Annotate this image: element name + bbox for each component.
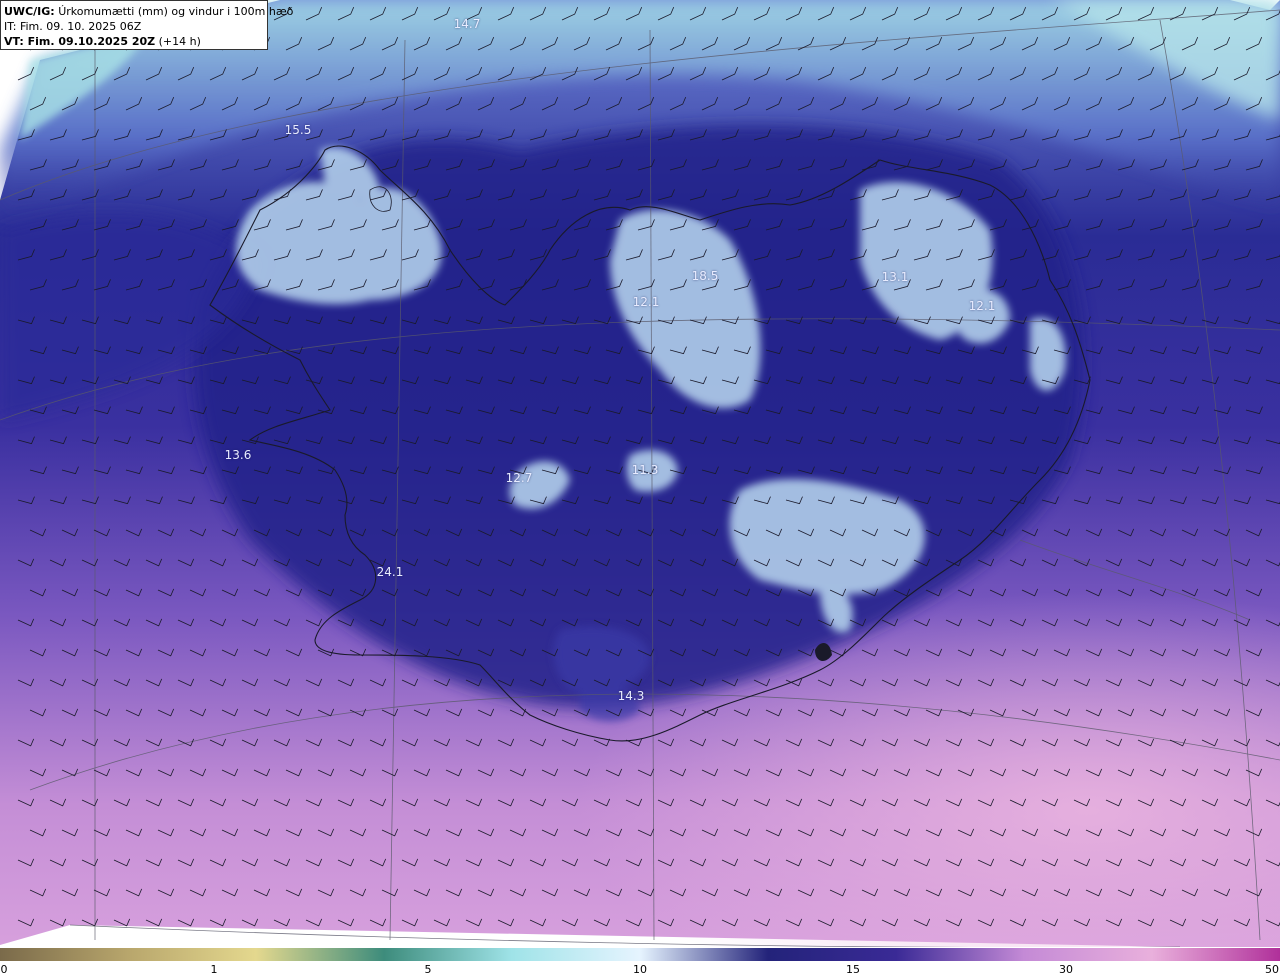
max-value-label: 14.3	[617, 689, 645, 703]
model-tag: UWC/IG:	[4, 5, 55, 18]
map-title: Úrkomumætti (mm) og vindur i 100m hæð	[58, 5, 294, 18]
colorbar-tick: 50	[1265, 963, 1279, 976]
max-value-label: 24.1	[376, 565, 404, 579]
colorbar-tick: 15	[846, 963, 860, 976]
valid-time: VT: Fim. 09.10.2025 20Z	[4, 35, 156, 48]
max-value-label: 11.3	[631, 463, 659, 477]
colorbar-tick: 0	[0, 963, 8, 976]
max-value-label: 13.6	[224, 448, 252, 462]
colorbar-gradient	[0, 948, 1280, 961]
map-panel: UWC/IG: Úrkomumætti (mm) og vindur i 100…	[0, 0, 1280, 947]
colorbar-tick: 5	[424, 963, 432, 976]
max-value-label: 12.1	[968, 299, 996, 313]
max-value-label: 18.5	[691, 269, 719, 283]
colorbar-tick: 1	[210, 963, 218, 976]
colorbar-tick: 30	[1059, 963, 1073, 976]
max-value-label: 13.1	[881, 270, 909, 284]
colorbar-tick: 10	[633, 963, 647, 976]
forecast-offset: (+14 h)	[158, 35, 201, 48]
max-value-label: 14.7	[453, 17, 481, 31]
max-value-label: 12.7	[505, 471, 533, 485]
max-value-label: 15.5	[284, 123, 312, 137]
map-title-box: UWC/IG: Úrkomumætti (mm) og vindur i 100…	[0, 0, 293, 50]
colorbar: 0 1 5 10 15 30 50	[0, 947, 1280, 978]
max-value-label: 12.1	[632, 295, 660, 309]
init-time: IT: Fim. 09. 10. 2025 06Z	[4, 20, 142, 33]
